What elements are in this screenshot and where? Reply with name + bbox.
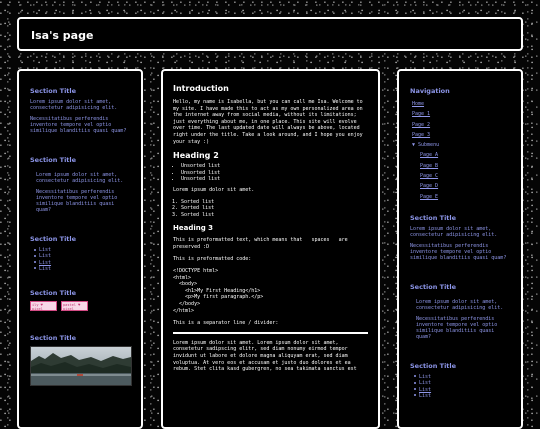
- right-list: List List List List: [410, 374, 510, 399]
- nav-item-page-1: Page 1: [412, 109, 510, 119]
- section-title: Section Title: [30, 156, 77, 164]
- nav-link-page-1[interactable]: Page 1: [412, 111, 430, 117]
- bullet-icon: [414, 388, 416, 391]
- heading-2: Heading 2: [173, 151, 219, 161]
- section-title: Section Title: [410, 282, 457, 291]
- nav-item-page-c: Page C: [412, 171, 510, 181]
- section-text: Necessitatibus perferendis inventore tem…: [410, 242, 507, 261]
- bullet-icon: [414, 394, 416, 397]
- nav-title: Navigation: [410, 87, 450, 95]
- paragraph: This is a separator line / divider:: [173, 320, 279, 327]
- nav-item-page-2: Page 2: [412, 120, 510, 130]
- bullet-icon: [34, 267, 36, 270]
- left-sidebar: Section Title Lorem ipsum dolor sit amet…: [17, 69, 143, 429]
- section-text: Lorem ipsum dolor sit amet, consectetur …: [416, 298, 504, 311]
- site-title: Isa's page: [31, 29, 94, 42]
- landscape-image: [30, 346, 132, 387]
- nav-link-page-3[interactable]: Page 3: [412, 132, 430, 138]
- bullet-icon: [34, 248, 36, 251]
- intro-text: Hello, my name is Isabella, but you can …: [173, 99, 363, 145]
- nav-link-page-2[interactable]: Page 2: [412, 122, 430, 128]
- section-text: Lorem ipsum dolor sit amet, consectetur …: [36, 172, 124, 184]
- unsorted-list: Unsorted list Unsorted list Unsorted lis…: [173, 163, 368, 182]
- nav-item-page-d: Page D: [412, 181, 510, 191]
- section-text: Necessitatibus perferendis inventore tem…: [36, 189, 118, 213]
- bullet-icon: [414, 375, 416, 378]
- nav-item-page-a: Page A: [412, 150, 510, 160]
- section-title: Section Title: [410, 213, 457, 222]
- nav-link-page-e[interactable]: Page E: [420, 194, 438, 200]
- stamp-image: ily ♥ pixel: [30, 301, 57, 312]
- section-text: Lorem ipsum dolor sit amet, consectetur …: [410, 225, 498, 238]
- main-content: Introduction Hello, my name is Isabella,…: [161, 69, 380, 429]
- bullet-icon: [34, 254, 36, 257]
- site-header: Isa's page: [17, 17, 523, 51]
- nav-link-page-b[interactable]: Page B: [420, 163, 438, 169]
- paragraph: Lorem ipsum dolor sit amet. Lorem ipsum …: [173, 339, 357, 373]
- bullet-icon: [34, 261, 36, 264]
- list-item: List: [414, 393, 510, 399]
- list-item: Unsorted list: [181, 176, 368, 182]
- right-sidebar: Navigation Home Page 1 Page 2 Page 3 ▼ S…: [397, 69, 523, 429]
- intro-heading: Introduction: [173, 84, 229, 93]
- nav-item-page-3: Page 3: [412, 130, 510, 140]
- nav-item-page-b: Page B: [412, 161, 510, 171]
- submenu-toggle[interactable]: ▼ Submenu: [412, 140, 510, 150]
- nav-link-home[interactable]: Home: [412, 101, 424, 107]
- section-title: Section Title: [30, 334, 77, 343]
- bullet-icon: [414, 381, 416, 384]
- nav-item-home: Home: [412, 99, 510, 109]
- list-item: Sorted list: [181, 212, 368, 218]
- section-title: Section Title: [410, 361, 457, 370]
- list-link[interactable]: List: [39, 260, 51, 266]
- section-title: Section Title: [30, 235, 77, 243]
- left-list: List List List List: [30, 247, 130, 272]
- paragraph: This is preformatted code:: [173, 256, 252, 263]
- section-text: Necessitatibus perferendis inventore tem…: [30, 116, 127, 134]
- nav-link-page-c[interactable]: Page C: [420, 173, 438, 179]
- section-text: Necessitatibus perferendis inventore tem…: [416, 315, 498, 340]
- heading-3: Heading 3: [173, 224, 214, 233]
- paragraph: Lorem ipsum dolor sit amet.: [173, 187, 255, 194]
- separator-line: [173, 331, 368, 334]
- code-block: <!DOCTYPE html> <html> <body> <h1>My Fir…: [173, 267, 264, 314]
- stamp-image: pastel ♥ pixel: [61, 301, 88, 312]
- nav-link-page-d[interactable]: Page D: [420, 183, 438, 189]
- section-title: Section Title: [30, 87, 77, 95]
- nav-item-page-e: Page E: [412, 192, 510, 202]
- preformatted-text: This is preformatted text, which means t…: [173, 237, 351, 250]
- section-text: Lorem ipsum dolor sit amet, consectetur …: [30, 99, 118, 111]
- stamp-row: ily ♥ pixel pastel ♥ pixel: [30, 301, 130, 312]
- sorted-list: Sorted list Sorted list Sorted list: [173, 199, 368, 218]
- navigation-menu: Home Page 1 Page 2 Page 3 ▼ Submenu Page…: [410, 99, 510, 202]
- nav-link-page-a[interactable]: Page A: [420, 152, 438, 158]
- list-link[interactable]: List: [419, 387, 431, 393]
- section-title: Section Title: [30, 289, 77, 298]
